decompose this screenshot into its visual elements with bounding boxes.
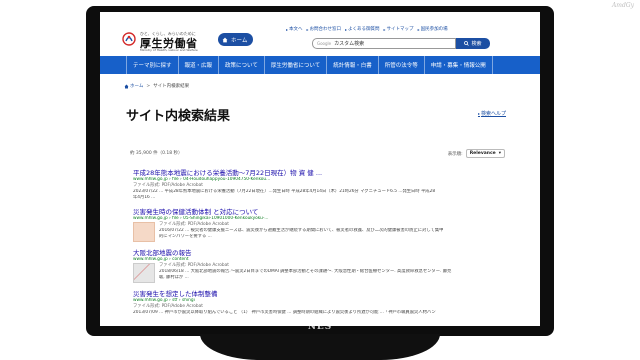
util-link-participation[interactable]: ▸ 国民参加の場 [417,26,448,33]
result-snippet: 年4月16 ... [133,195,156,200]
breadcrumb-separator: > [146,83,151,89]
nav-item-laws[interactable]: 所管の法令等 [379,56,425,74]
global-nav: テーマ別に探す 報道・広報 政策について 厚生労働省について 統計情報・白書 所… [100,56,540,74]
result-snippet: 聡, 藤村ほか ... [159,275,189,280]
utility-links: ▸ 本文へ ▸ お問合わせ窓口 ▸ よくある御質問 ▸ サイトマップ ▸ 国民参加の場 [286,26,448,33]
search-result: 災害発生時の保健活動体制 と対応について www.mhlw.go.jp › fi… [133,208,508,242]
tv-stand [200,334,440,360]
result-snippet: 的にマンパワーを要する ... [159,234,212,239]
search-input[interactable]: Google カスタム検索 [312,38,456,49]
sort-order: 表示順: Relevance ▾ [448,149,505,158]
nav-item-statistics[interactable]: 統計情報・白書 [327,56,379,74]
result-title-link[interactable]: 大阪北部地震の報告 [133,249,508,257]
nav-item-themes[interactable]: テーマ別に探す [126,56,179,74]
search-result: 平成28年熊本地震における栄養活動〜7月22日現在）物 資 健 ... www.… [133,169,508,201]
chevron-right-icon: ▸ [306,26,309,32]
result-thumbnail[interactable] [133,222,155,242]
chevron-right-icon: ▸ [417,26,420,32]
mhlw-logo-icon[interactable] [122,32,136,46]
search-icon [464,41,470,46]
chevron-right-icon: ▸ [286,26,289,32]
nav-item-applications[interactable]: 申請・募集・情報公開 [425,56,493,74]
nav-item-about[interactable]: 厚生労働省について [265,56,328,74]
chevron-right-icon: ▸ [383,26,386,32]
logo-english-name: Ministry of Health, Labour and Welfare [140,48,198,52]
result-title-link[interactable]: 平成28年熊本地震における栄養活動〜7月22日現在）物 資 健 ... [133,169,508,177]
search-results: 平成28年熊本地震における栄養活動〜7月22日現在）物 資 健 ... www.… [133,169,508,323]
search-button-label: 検索 [471,41,482,47]
chevron-right-icon: ▸ [477,111,480,116]
search-button[interactable]: 検索 [456,38,490,49]
site-header: ひと、くらし、みらいのために 厚生労働省 Ministry of Health,… [100,12,540,52]
util-link-faq[interactable]: ▸ よくある御質問 [345,26,380,33]
sort-order-select[interactable]: Relevance ▾ [465,149,505,158]
result-thumbnail[interactable] [133,263,155,283]
search-help-link[interactable]: ▸ 検索ヘルプ [478,110,506,117]
nav-item-press[interactable]: 報道・広報 [179,56,220,74]
util-link-skip[interactable]: ▸ 本文へ [286,26,303,33]
chevron-right-icon: ▸ [345,26,348,32]
page-title: サイト内検索結果 [126,109,231,124]
home-icon [124,84,129,88]
breadcrumb-home[interactable]: ホーム [124,83,143,89]
home-icon [222,37,228,42]
nav-item-policies[interactable]: 政策について [219,56,265,74]
site-search: Google カスタム検索 検索 [312,38,490,49]
browser-screen: ひと、くらし、みらいのために 厚生労働省 Ministry of Health,… [100,12,540,326]
breadcrumb-current: サイト内検索結果 [153,84,190,89]
search-result: 大阪北部地震の報告 www.mhlw.go.jp › content ファイル形… [133,249,508,283]
corner-watermark: AmdGy [611,2,634,9]
search-engine-label: Google [317,41,332,46]
result-snippet: 2013/07/09 ... 神戸市が震災以降取り組んでいること （1） 神戸市… [133,310,436,315]
tv-frame: AmdGy NES ひと、くらし、みらいのために 厚生労働省 Ministry … [0,0,640,360]
sort-order-label: 表示順: [447,151,463,157]
result-title-link[interactable]: 災害発生時の保健活動体制 と対応について [133,208,508,216]
home-button[interactable]: ホーム [218,33,254,46]
home-button-label: ホーム [231,37,248,44]
util-link-contact[interactable]: ▸ お問合わせ窓口 [306,26,342,33]
breadcrumb: ホーム > サイト内検索結果 [124,83,189,89]
search-placeholder: カスタム検索 [334,41,365,47]
chevron-down-icon: ▾ [498,151,501,156]
search-result: 災害発生を想定した体制整備 www.mhlw.go.jp › stf › shi… [133,290,508,316]
util-link-sitemap[interactable]: ▸ サイトマップ [383,26,414,33]
results-count: 約 35,900 件（0.18 秒） [130,151,183,156]
result-title-link[interactable]: 災害発生を想定した体制整備 [133,290,508,298]
